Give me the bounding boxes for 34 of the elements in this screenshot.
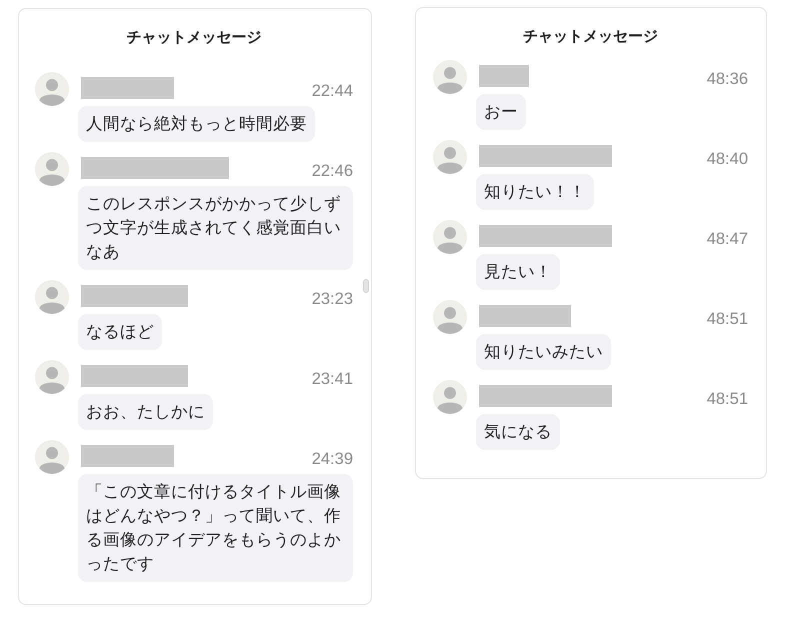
message-time: 48:47	[706, 228, 748, 248]
avatar-icon	[35, 440, 69, 474]
message-bubble: 気になる	[476, 414, 560, 450]
message-bubble: 知りたいみたい	[476, 334, 611, 370]
avatar-icon	[433, 220, 467, 254]
panel-title: チャットメッセージ	[522, 27, 659, 47]
message-bubble: おお、たしかに	[78, 394, 213, 430]
avatar-icon	[35, 280, 69, 314]
message-bubble: おー	[476, 94, 526, 130]
avatar-icon	[35, 152, 69, 186]
panel-title: チャットメッセージ	[126, 28, 262, 48]
message-time: 22:46	[312, 160, 353, 180]
avatar-icon	[433, 380, 467, 414]
message-time: 48:36	[706, 68, 748, 88]
message-bubble: このレスポンスがかかって少しずつ文字が生成されてく感覚面白いなあ	[78, 186, 353, 270]
message-bubble: 見たい！	[476, 254, 560, 290]
message-time: 48:51	[706, 308, 748, 328]
message-time: 24:39	[312, 448, 353, 468]
scrollbar-thumb[interactable]	[363, 279, 369, 293]
avatar-icon	[35, 360, 69, 394]
message-time: 48:40	[706, 148, 748, 168]
message-bubble: なるほど	[78, 314, 162, 350]
message-bubble: 知りたい！！	[476, 174, 594, 210]
avatar-icon	[433, 60, 467, 94]
avatar-icon	[433, 140, 467, 174]
message-bubble: 「この文章に付けるタイトル画像はどんなやつ？」って聞いて、作る画像のアイデアをもらうのよかったです	[78, 474, 353, 582]
message-time: 48:51	[706, 388, 748, 408]
message-time: 22:44	[312, 80, 353, 100]
message-time: 23:23	[312, 288, 353, 308]
message-bubble: 人間なら絶対もっと時間必要	[78, 106, 315, 142]
redaction-bar	[479, 65, 529, 87]
avatar-icon	[433, 300, 467, 334]
message-time: 23:41	[312, 368, 353, 388]
avatar-icon	[35, 72, 69, 106]
